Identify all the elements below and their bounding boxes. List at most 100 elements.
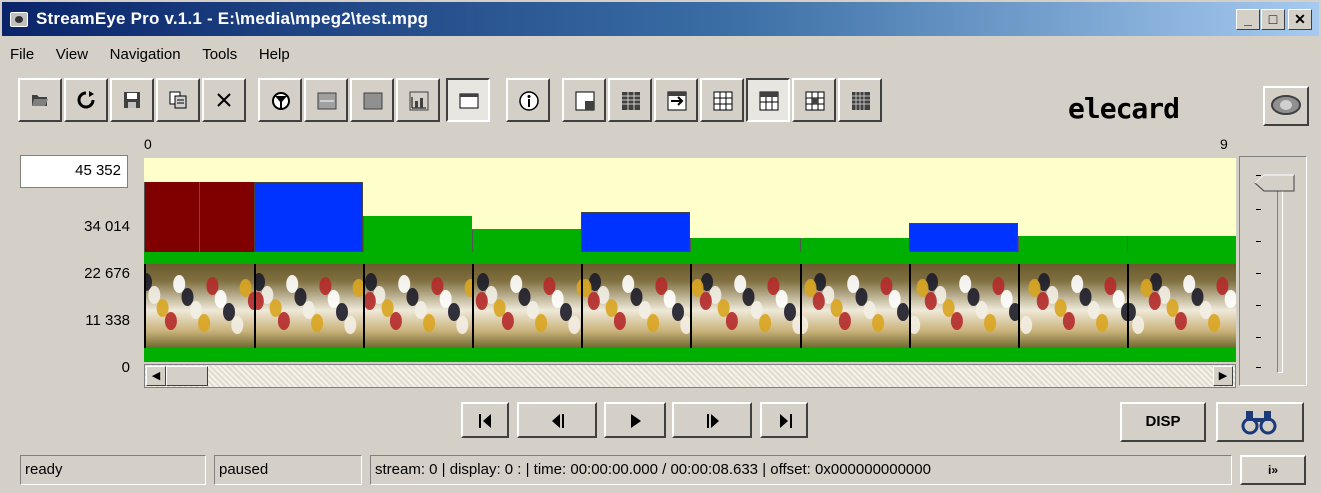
copy-icon (169, 91, 187, 109)
next-frame-button[interactable] (672, 402, 752, 438)
frame-bar-p[interactable] (581, 212, 691, 252)
frame-thumbnail[interactable] (254, 264, 364, 348)
menu-navigation[interactable]: Navigation (110, 46, 181, 63)
frame-bar-b[interactable] (799, 238, 909, 252)
frame-thumbnail[interactable] (799, 264, 909, 348)
previous-frame-icon (552, 414, 564, 428)
scroll-right-button[interactable]: ▶ (1213, 366, 1233, 386)
last-frame-button[interactable] (760, 402, 808, 438)
status-state: ready (20, 455, 206, 485)
play-icon (631, 414, 641, 428)
frame-bar-i[interactable] (199, 182, 254, 252)
menu-help[interactable]: Help (259, 46, 290, 63)
frame-bar-p[interactable] (908, 223, 1018, 252)
minimize-button[interactable]: _ (1236, 9, 1260, 30)
y-label-34014: 34 014 (84, 218, 130, 235)
filter-icon (272, 92, 290, 110)
y-label-11338: 11 338 (85, 312, 130, 329)
zoom-slider-track[interactable] (1277, 175, 1283, 373)
play-button[interactable] (604, 402, 666, 438)
frame-thumbnail[interactable] (472, 264, 582, 348)
bitrate-chart-icon (409, 91, 429, 111)
find-button[interactable] (1216, 402, 1304, 442)
open-button[interactable] (18, 78, 62, 122)
eye-logo-button[interactable] (1263, 86, 1309, 126)
grid-1-icon (622, 92, 640, 110)
panel-button[interactable] (304, 78, 348, 122)
layout-1-icon (575, 91, 595, 111)
y-max-input[interactable]: 45 352 (20, 155, 128, 188)
maximize-button[interactable]: □ (1261, 9, 1285, 30)
y-label-22676: 22 676 (84, 265, 130, 282)
horizontal-scrollbar[interactable]: ◀ ▶ (144, 364, 1236, 388)
frame-bar-b[interactable] (1017, 236, 1127, 252)
info-icon (519, 91, 539, 111)
menu-view[interactable]: View (56, 46, 88, 63)
square-button[interactable] (350, 78, 394, 122)
grid-5-icon (805, 91, 825, 111)
app-icon[interactable] (10, 12, 28, 27)
reload-icon (77, 91, 95, 109)
menu-file[interactable]: File (10, 46, 34, 63)
frame-icon (459, 93, 479, 109)
reload-button[interactable] (64, 78, 108, 122)
zoom-slider-thumb[interactable] (1254, 173, 1296, 193)
frame-strip-top (144, 252, 1236, 264)
window-title: StreamEye Pro v.1.1 - E:\media\mpeg2\tes… (36, 9, 429, 28)
first-frame-button[interactable] (461, 402, 509, 438)
slider-tick (1256, 305, 1261, 306)
save-button[interactable] (110, 78, 154, 122)
frame-thumbnail[interactable] (144, 264, 254, 348)
close-button[interactable]: ✕ (1288, 9, 1312, 30)
info-button[interactable] (506, 78, 550, 122)
grid-6-button[interactable] (838, 78, 882, 122)
frame-thumbnail[interactable] (581, 264, 691, 348)
binoculars-icon (1241, 411, 1277, 435)
grid-4-button[interactable] (746, 78, 790, 122)
grid-6-icon (852, 92, 870, 110)
copy-button[interactable] (156, 78, 200, 122)
close-file-button[interactable] (202, 78, 246, 122)
logo-text: elecard (1068, 94, 1179, 122)
slider-tick (1256, 209, 1261, 210)
frame-bar-b[interactable] (472, 229, 582, 252)
frame-bar-b[interactable] (363, 216, 473, 252)
layout-button[interactable] (562, 78, 606, 122)
grid-2-button[interactable] (654, 78, 698, 122)
scroll-thumb[interactable] (166, 366, 208, 386)
slider-tick (1256, 241, 1261, 242)
frame-thumbnail[interactable] (363, 264, 473, 348)
elecard-logo: elecard (1068, 94, 1180, 122)
range-start-label: 0 (144, 136, 152, 152)
range-end-label: 9 (1220, 136, 1228, 152)
grid-3-button[interactable] (700, 78, 744, 122)
grid-5-button[interactable] (792, 78, 836, 122)
filter-button[interactable] (258, 78, 302, 122)
frame-thumbnail[interactable] (1017, 264, 1127, 348)
frame-bar-i[interactable] (144, 182, 199, 252)
grid-1-button[interactable] (608, 78, 652, 122)
status-playback: paused (214, 455, 362, 485)
bitrate-button[interactable] (396, 78, 440, 122)
frame-size-graph[interactable] (144, 158, 1236, 362)
open-folder-icon (32, 95, 48, 106)
frame-view-button[interactable] (446, 78, 490, 122)
slider-tick (1256, 337, 1261, 338)
frame-thumbnail[interactable] (1126, 264, 1236, 348)
frame-bar-p[interactable] (254, 182, 364, 252)
frame-thumbnail[interactable] (690, 264, 800, 348)
zoom-slider-panel (1239, 156, 1307, 386)
frame-bar-b[interactable] (690, 238, 800, 252)
frame-bar-b[interactable] (1126, 236, 1236, 252)
menu-tools[interactable]: Tools (202, 46, 237, 63)
frame-strip-bottom (144, 348, 1236, 362)
slider-tick (1256, 175, 1261, 176)
grid-3-icon (713, 91, 733, 111)
previous-frame-button[interactable] (517, 402, 597, 438)
frame-thumbnail[interactable] (908, 264, 1018, 348)
scroll-left-button[interactable]: ◀ (146, 366, 166, 386)
last-frame-icon (780, 414, 792, 428)
status-more-button[interactable]: i» (1240, 455, 1306, 485)
disp-button[interactable]: DISP (1120, 402, 1206, 442)
title-bar: StreamEye Pro v.1.1 - E:\media\mpeg2\tes… (2, 2, 1319, 36)
